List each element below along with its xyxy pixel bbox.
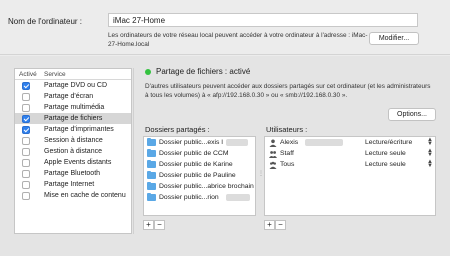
redacted-text xyxy=(226,194,250,201)
user-name: Tous xyxy=(280,161,295,168)
shared-folders-buttons: + − xyxy=(143,220,165,230)
service-checkbox[interactable] xyxy=(22,181,30,189)
users-buttons: + − xyxy=(264,220,286,230)
service-row[interactable]: Mise en cache de contenu xyxy=(15,190,131,201)
folder-icon xyxy=(147,148,156,157)
service-checkbox[interactable] xyxy=(22,104,30,112)
shared-folder-row[interactable]: Dossier public de Karine xyxy=(144,159,255,170)
service-row[interactable]: Partage de fichiers xyxy=(15,113,131,124)
service-checkbox[interactable] xyxy=(22,148,30,156)
panel-divider xyxy=(133,68,134,234)
shared-folder-label: Dossier public de CCM xyxy=(159,150,229,157)
service-checkbox[interactable] xyxy=(22,82,30,90)
service-label: Partage DVD ou CD xyxy=(44,82,108,89)
service-row[interactable]: Gestion à distance xyxy=(15,146,131,157)
service-row[interactable]: Apple Events distants xyxy=(15,157,131,168)
stepper-arrows-icon[interactable]: ▲ ▼ xyxy=(427,137,433,147)
shared-folder-row[interactable]: Dossier public de CCM xyxy=(144,148,255,159)
shared-folder-label: Dossier public de Karine xyxy=(159,161,233,168)
service-checkbox[interactable] xyxy=(22,170,30,178)
users-list: Alexis Lecture/écriture ▲ ▼ Staff Lecture seu… xyxy=(264,136,436,216)
shared-folder-label: Dossier public...exis l xyxy=(159,139,223,146)
header-active: Activé xyxy=(19,71,37,78)
stepper-arrows-icon[interactable]: ▲ ▼ xyxy=(427,159,433,169)
service-label: Apple Events distants xyxy=(44,159,112,166)
add-user-button[interactable]: + xyxy=(264,220,275,230)
service-label: Partage de fichiers xyxy=(44,115,103,122)
service-checkbox[interactable] xyxy=(22,137,30,145)
service-row[interactable]: Partage Internet xyxy=(15,179,131,190)
permission-select[interactable]: Lecture seule xyxy=(365,150,406,157)
folder-icon xyxy=(147,192,156,201)
shared-folder-label: Dossier public...abrice brochain xyxy=(159,183,254,190)
redacted-text xyxy=(305,139,343,146)
user-row[interactable]: Tous Lecture seule ▲ ▼ xyxy=(265,159,435,170)
service-label: Partage multimédia xyxy=(44,104,105,111)
shared-folder-row[interactable]: Dossier public de Pauline xyxy=(144,170,255,181)
service-checkbox[interactable] xyxy=(22,159,30,167)
folder-icon xyxy=(147,159,156,168)
group-icon xyxy=(269,150,277,158)
status-label: Partage de fichiers : activé xyxy=(156,67,251,76)
permission-select[interactable]: Lecture seule xyxy=(365,161,406,168)
remove-folder-button[interactable]: − xyxy=(154,220,165,230)
computer-name-label: Nom de l'ordinateur : xyxy=(8,17,83,26)
service-row[interactable]: Partage d'écran xyxy=(15,91,131,102)
service-label: Partage Bluetooth xyxy=(44,170,101,177)
folder-icon xyxy=(147,170,156,179)
shared-folder-label: Dossier public...rion xyxy=(159,194,219,201)
service-label: Gestion à distance xyxy=(44,148,102,155)
user-row[interactable]: Alexis Lecture/écriture ▲ ▼ xyxy=(265,137,435,148)
users-label: Utilisateurs : xyxy=(266,125,308,134)
shared-folder-label: Dossier public de Pauline xyxy=(159,172,236,179)
service-row[interactable]: Session à distance xyxy=(15,135,131,146)
shared-folders-label: Dossiers partagés : xyxy=(145,125,210,134)
everyone-icon xyxy=(269,161,277,169)
status-indicator xyxy=(145,69,151,75)
computer-name-hint: Les ordinateurs de votre réseau local pe… xyxy=(108,32,368,48)
service-label: Partage d'écran xyxy=(44,93,94,100)
shared-folder-row[interactable]: Dossier public...exis l xyxy=(144,137,255,148)
service-checkbox[interactable] xyxy=(22,126,30,134)
service-checkbox[interactable] xyxy=(22,192,30,200)
permission-select[interactable]: Lecture/écriture xyxy=(365,139,412,146)
service-checkbox[interactable] xyxy=(22,115,30,123)
redacted-text xyxy=(226,139,248,146)
person-icon xyxy=(269,139,277,147)
service-checkbox[interactable] xyxy=(22,93,30,101)
shared-folder-row[interactable]: Dossier public...abrice brochain xyxy=(144,181,255,192)
user-name: Alexis xyxy=(280,139,299,146)
modify-button[interactable]: Modifier... xyxy=(369,32,419,45)
options-button[interactable]: Options... xyxy=(388,108,436,121)
folder-icon xyxy=(147,181,156,190)
user-row[interactable]: Staff Lecture seule ▲ ▼ xyxy=(265,148,435,159)
service-row[interactable]: Partage DVD ou CD xyxy=(15,80,131,91)
services-list: Activé Service Partage DVD ou CD Partage … xyxy=(14,68,132,234)
service-row[interactable]: Partage Bluetooth xyxy=(15,168,131,179)
user-name: Staff xyxy=(280,150,294,157)
service-label: Session à distance xyxy=(44,137,103,144)
remove-user-button[interactable]: − xyxy=(275,220,286,230)
add-folder-button[interactable]: + xyxy=(143,220,154,230)
computer-name-field[interactable]: iMac 27-Home xyxy=(108,13,418,27)
service-label: Partage Internet xyxy=(44,181,95,188)
services-header: Activé Service xyxy=(15,69,131,80)
service-label: Mise en cache de contenu xyxy=(44,192,126,199)
service-row[interactable]: Partage d'imprimantes xyxy=(15,124,131,135)
shared-folder-row[interactable]: Dossier public...rion xyxy=(144,192,255,203)
status-description: D'autres utilisateurs peuvent accéder au… xyxy=(145,83,431,99)
service-label: Partage d'imprimantes xyxy=(44,126,114,133)
stepper-arrows-icon[interactable]: ▲ ▼ xyxy=(427,148,433,158)
header-service: Service xyxy=(44,71,66,78)
shared-folders-list: Dossier public...exis l Dossier public de… xyxy=(143,136,256,216)
folder-icon xyxy=(147,137,156,146)
service-row[interactable]: Partage multimédia xyxy=(15,102,131,113)
